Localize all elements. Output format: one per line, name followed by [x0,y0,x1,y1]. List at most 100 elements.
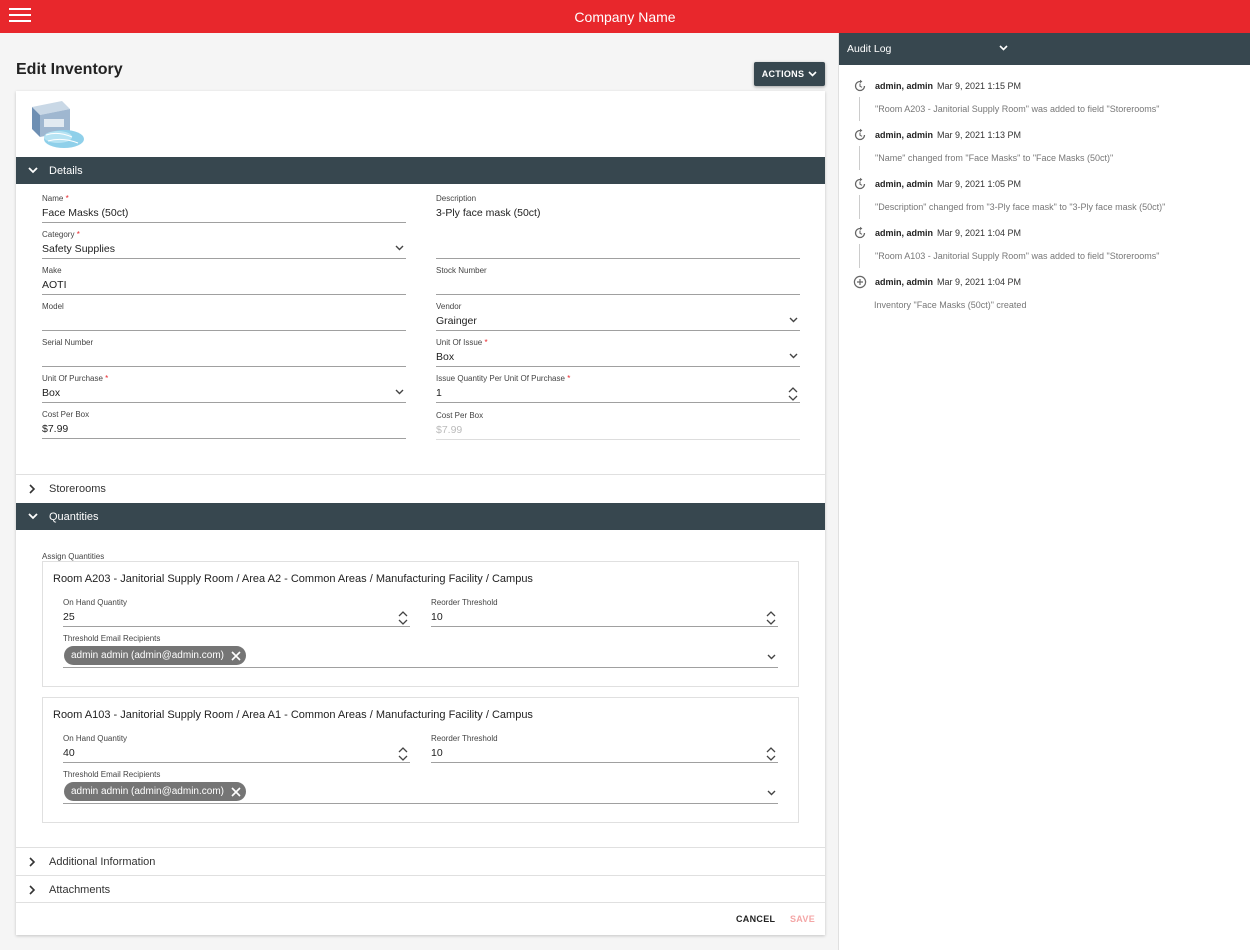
on-hand-quantity-label: On Hand Quantity [63,734,128,743]
threshold-email-label: Threshold Email Recipients [63,770,161,779]
stepper-arrows-icon[interactable] [398,746,408,762]
cancel-button[interactable]: CANCEL [736,914,775,924]
recipient-chip-label: admin admin (admin@admin.com) [71,786,224,797]
make-field[interactable]: Make AOTI [42,264,406,295]
required-mark: * [484,338,488,347]
threshold-email-label: Threshold Email Recipients [63,634,161,643]
stepper-arrows-icon[interactable] [788,386,798,402]
vendor-select[interactable]: Vendor Grainger [436,300,800,331]
unit-of-issue-value: Box [436,351,455,363]
vendor-value: Grainger [436,315,477,327]
reorder-threshold-value: 10 [431,747,443,759]
section-quantities-header[interactable]: Quantities [16,503,825,530]
unit-of-purchase-label: Unit Of Purchase [42,374,103,383]
app-title: Company Name [574,9,676,25]
audit-entry-time: Mar 9, 2021 1:05 PM [937,179,1022,189]
close-icon[interactable] [230,650,242,662]
on-hand-quantity-stepper[interactable]: On Hand Quantity 40 [63,732,410,763]
close-icon[interactable] [230,786,242,798]
name-field[interactable]: Name * Face Masks (50ct) [42,192,406,223]
unit-of-purchase-select[interactable]: Unit Of Purchase * Box [42,372,406,403]
actions-button[interactable]: ACTIONS [754,62,825,86]
section-additional-information-header[interactable]: Additional Information [16,847,825,875]
page-title: Edit Inventory [16,61,123,78]
section-attachments-header[interactable]: Attachments [16,875,825,903]
timeline-line [859,97,860,121]
chevron-down-icon [789,317,798,323]
name-label: Name [42,194,64,203]
main-content: Edit Inventory ACTIONS Details Name * Fa… [0,33,838,950]
add-circle-icon [853,275,867,289]
description-field[interactable]: Description 3-Ply face mask (50ct) [436,192,800,259]
app-header: Company Name [0,0,1250,33]
chevron-down-icon [16,167,49,174]
section-storerooms-header[interactable]: Storerooms [16,474,825,502]
stock-number-field[interactable]: Stock Number [436,264,800,295]
audit-entry-user: admin, admin [875,130,934,140]
reorder-threshold-stepper[interactable]: Reorder Threshold 10 [431,596,778,627]
history-icon [854,177,866,190]
on-hand-quantity-stepper[interactable]: On Hand Quantity 25 [63,596,410,627]
reorder-threshold-stepper[interactable]: Reorder Threshold 10 [431,732,778,763]
vendor-label: Vendor [436,302,462,311]
audit-entry-message: "Room A103 - Janitorial Supply Room" was… [875,251,1160,261]
section-attachments-label: Attachments [49,883,111,896]
chevron-down-icon [16,513,49,520]
history-icon [854,79,866,92]
audit-entry-user: admin, admin [875,179,934,189]
recipient-chip-label: admin admin (admin@admin.com) [71,650,224,661]
save-button[interactable]: SAVE [790,914,815,924]
audit-log-header[interactable]: Audit Log [839,33,1250,65]
serial-number-label: Serial Number [42,338,94,347]
cost-per-box-field[interactable]: Cost Per Box $7.99 [42,408,406,439]
audit-entry-user: admin, admin [875,81,934,91]
stepper-arrows-icon[interactable] [398,610,408,626]
unit-of-purchase-value: Box [42,387,61,399]
cost-per-box-readonly: Cost Per Box $7.99 [436,409,800,440]
stepper-arrows-icon[interactable] [766,610,776,626]
section-storerooms-label: Storerooms [49,482,106,495]
product-image[interactable] [28,97,88,153]
required-mark: * [76,230,80,239]
assign-quantities-label: Assign Quantities [42,552,105,561]
chevron-right-icon [16,856,49,867]
on-hand-quantity-value: 40 [63,747,75,759]
category-select[interactable]: Category * Safety Supplies [42,228,406,259]
serial-number-field[interactable]: Serial Number [42,336,406,367]
audit-log-panel: Audit Log admin, admin Mar 9, 2021 1:15 … [838,33,1250,950]
chevron-right-icon [16,884,49,895]
category-value: Safety Supplies [42,243,115,255]
stock-number-label: Stock Number [436,266,487,275]
unit-of-issue-select[interactable]: Unit Of Issue * Box [436,336,800,367]
audit-entry-time: Mar 9, 2021 1:04 PM [937,228,1022,238]
model-field[interactable]: Model [42,300,406,331]
timeline-line [859,146,860,170]
section-quantities-label: Quantities [49,510,99,523]
category-label: Category [42,230,75,239]
inventory-form-card: Details Name * Face Masks (50ct) Categor… [16,91,825,935]
issue-quantity-label: Issue Quantity Per Unit Of Purchase [436,374,565,383]
timeline-line [859,244,860,268]
required-mark: * [65,194,69,203]
audit-entry-message: "Room A203 - Janitorial Supply Room" was… [875,104,1160,114]
audit-entry-user: admin, admin [875,277,934,287]
audit-entry-user: admin, admin [875,228,934,238]
issue-quantity-stepper[interactable]: Issue Quantity Per Unit Of Purchase * 1 [436,372,800,403]
stepper-arrows-icon[interactable] [766,746,776,762]
threshold-email-recipients-select[interactable]: Threshold Email Recipients admin admin (… [63,632,778,668]
make-label: Make [42,266,62,275]
audit-entry-message: "Description" changed from "3-Ply face m… [875,202,1166,212]
chevron-down-icon [999,45,1008,51]
threshold-email-recipients-select[interactable]: Threshold Email Recipients admin admin (… [63,768,778,804]
audit-log-title: Audit Log [847,43,892,55]
required-mark: * [567,374,571,383]
chevron-down-icon [395,389,404,395]
cost-per-box-readonly-value: $7.99 [436,424,463,436]
section-details-label: Details [49,164,83,177]
reorder-threshold-label: Reorder Threshold [431,598,498,607]
audit-entry-time: Mar 9, 2021 1:15 PM [937,81,1022,91]
chevron-down-icon [395,245,404,251]
recipient-chip: admin admin (admin@admin.com) [64,646,246,665]
storeroom-quantity-card: Room A103 - Janitorial Supply Room / Are… [42,697,799,823]
section-details-header[interactable]: Details [16,157,825,184]
